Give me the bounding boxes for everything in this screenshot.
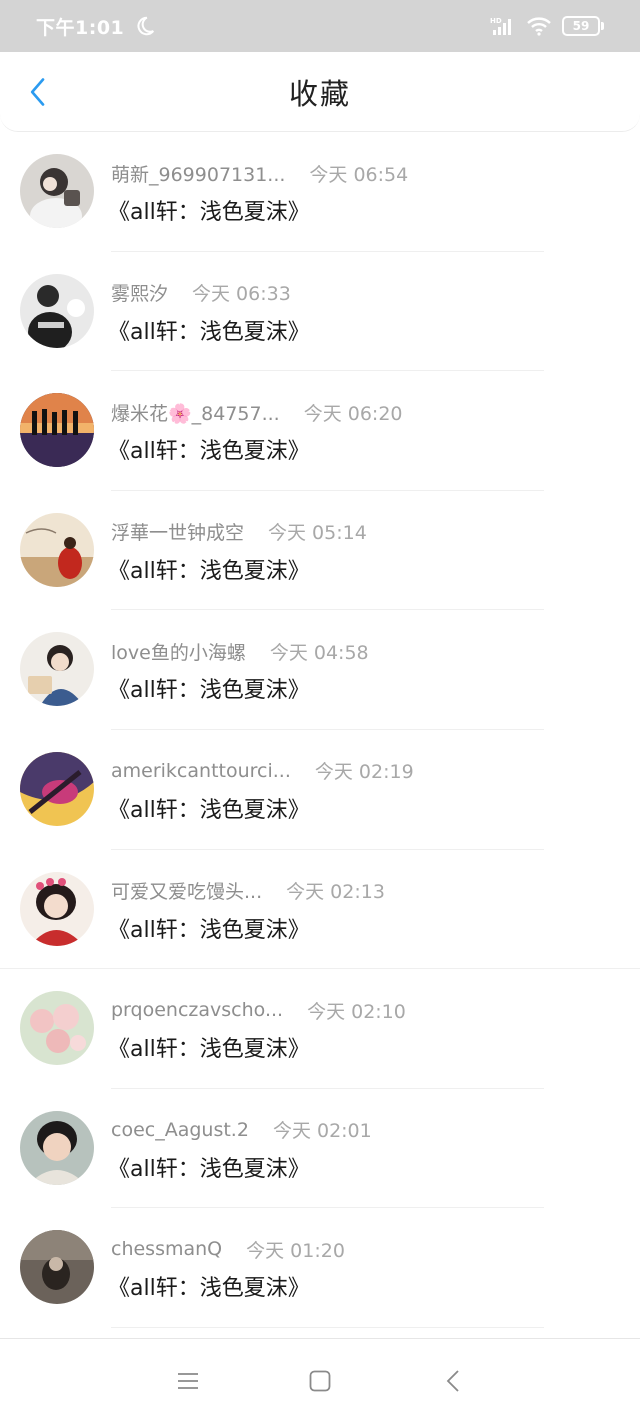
header: 收藏 <box>0 52 640 132</box>
avatar[interactable] <box>20 512 94 587</box>
list-item[interactable]: 爆米花🌸_84757... 今天 06:20 《all轩：浅色夏沫》 <box>0 371 640 491</box>
item-time: 今天 02:01 <box>272 1120 372 1143</box>
home-square-icon <box>309 1370 331 1392</box>
item-time: 今天 04:58 <box>269 641 369 664</box>
item-title[interactable]: 《all轩：浅色夏沫》 <box>108 1270 310 1302</box>
item-time: 今天 02:13 <box>286 881 385 904</box>
avatar[interactable] <box>20 154 94 228</box>
system-back-button[interactable] <box>440 1367 468 1395</box>
item-time: 今天 02:19 <box>314 761 414 784</box>
item-meta: 萌新_969907131... 今天 06:54 <box>111 159 408 187</box>
item-username[interactable]: prqoenczavscho... <box>111 999 283 1021</box>
avatar[interactable] <box>20 751 94 826</box>
item-meta: love鱼的小海螺 今天 04:58 <box>111 637 369 665</box>
status-time: 下午1:01 <box>36 16 125 39</box>
favorites-list: 萌新_969907131... 今天 06:54 《all轩：浅色夏沫》 雾熙汐… <box>0 132 640 1328</box>
item-username[interactable]: 可爱又爱吃馒头... <box>111 877 262 904</box>
list-item[interactable]: 浮華一世钟成空 今天 05:14 《all轩：浅色夏沫》 <box>0 491 640 611</box>
back-button[interactable] <box>20 74 56 110</box>
list-item[interactable]: 可爱又爱吃馒头... 今天 02:13 《all轩：浅色夏沫》 <box>0 850 640 970</box>
avatar[interactable] <box>20 393 94 468</box>
back-triangle-icon <box>446 1370 459 1392</box>
item-meta: 爆米花🌸_84757... 今天 06:20 <box>111 398 403 426</box>
list-item[interactable]: 雾熙汐 今天 06:33 《all轩：浅色夏沫》 <box>0 252 640 372</box>
moon-icon <box>134 15 156 37</box>
item-username[interactable]: 萌新_969907131... <box>111 160 285 187</box>
list-item[interactable]: prqoenczavscho... 今天 02:10 《all轩：浅色夏沫》 <box>0 969 640 1089</box>
item-time: 今天 06:54 <box>309 163 409 186</box>
item-title[interactable]: 《all轩：浅色夏沫》 <box>108 912 310 944</box>
item-username[interactable]: 爆米花🌸_84757... <box>111 399 280 426</box>
item-username[interactable]: 雾熙汐 <box>111 279 168 306</box>
list-item[interactable]: love鱼的小海螺 今天 04:58 《all轩：浅色夏沫》 <box>0 610 640 730</box>
item-meta: prqoenczavscho... 今天 02:10 <box>111 996 406 1024</box>
item-meta: coec_Aagust.2 今天 02:01 <box>111 1116 372 1144</box>
item-title[interactable]: 《all轩：浅色夏沫》 <box>108 1031 310 1063</box>
list-item[interactable]: coec_Aagust.2 今天 02:01 《all轩：浅色夏沫》 <box>0 1089 640 1209</box>
item-title[interactable]: 《all轩：浅色夏沫》 <box>108 314 310 346</box>
item-username[interactable]: 浮華一世钟成空 <box>111 518 244 545</box>
avatar[interactable] <box>20 871 94 946</box>
status-icons: HD 59 <box>490 16 604 36</box>
item-username[interactable]: love鱼的小海螺 <box>111 638 246 665</box>
item-title[interactable]: 《all轩：浅色夏沫》 <box>108 792 310 824</box>
item-title[interactable]: 《all轩：浅色夏沫》 <box>108 433 310 465</box>
avatar[interactable] <box>20 632 94 707</box>
svg-text:HD: HD <box>490 17 502 25</box>
item-meta: amerikcanttourci... 今天 02:19 <box>111 757 414 785</box>
item-title[interactable]: 《all轩：浅色夏沫》 <box>108 553 310 585</box>
avatar[interactable] <box>20 1230 94 1305</box>
divider <box>111 1326 544 1328</box>
item-username[interactable]: coec_Aagust.2 <box>111 1119 249 1141</box>
list-item[interactable]: chessmanQ 今天 01:20 《all轩：浅色夏沫》 <box>0 1208 640 1328</box>
avatar[interactable] <box>20 273 94 348</box>
page-title: 收藏 <box>288 76 351 111</box>
menu-icon <box>178 1373 198 1389</box>
item-meta: 雾熙汐 今天 06:33 <box>111 279 291 307</box>
wifi-icon <box>526 16 552 36</box>
list-item[interactable]: 萌新_969907131... 今天 06:54 《all轩：浅色夏沫》 <box>0 132 640 252</box>
list-item[interactable]: amerikcanttourci... 今天 02:19 《all轩：浅色夏沫》 <box>0 730 640 850</box>
signal-icon: HD <box>490 16 516 36</box>
item-meta: chessmanQ 今天 01:20 <box>111 1235 345 1263</box>
item-meta: 可爱又爱吃馒头... 今天 02:13 <box>111 877 385 905</box>
item-time: 今天 06:33 <box>192 283 291 306</box>
item-time: 今天 06:20 <box>303 402 403 425</box>
system-nav-bar <box>0 1338 640 1422</box>
home-button[interactable] <box>306 1367 334 1395</box>
menu-button[interactable] <box>174 1367 202 1395</box>
battery-icon: 59 <box>562 16 604 36</box>
chevron-left-icon <box>30 78 45 106</box>
item-time: 今天 05:14 <box>268 522 367 545</box>
avatar[interactable] <box>20 1110 94 1185</box>
item-time: 今天 01:20 <box>246 1239 345 1262</box>
item-username[interactable]: amerikcanttourci... <box>111 760 291 782</box>
avatar[interactable] <box>20 991 94 1066</box>
status-bar: 下午1:01 HD 59 <box>0 0 640 52</box>
item-title[interactable]: 《all轩：浅色夏沫》 <box>108 672 310 704</box>
item-meta: 浮華一世钟成空 今天 05:14 <box>111 518 367 546</box>
item-title[interactable]: 《all轩：浅色夏沫》 <box>108 1151 310 1183</box>
battery-level: 59 <box>562 16 600 36</box>
item-time: 今天 02:10 <box>307 1000 406 1023</box>
item-title[interactable]: 《all轩：浅色夏沫》 <box>108 194 310 226</box>
item-username[interactable]: chessmanQ <box>111 1238 222 1260</box>
